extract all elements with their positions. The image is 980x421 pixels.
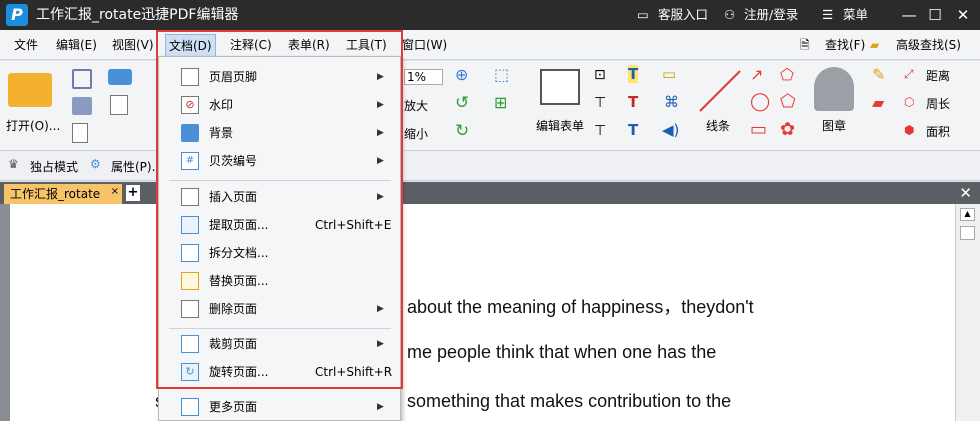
strikeout-icon[interactable]: T <box>628 93 638 111</box>
add-text-icon[interactable]: ⊞ <box>494 93 507 112</box>
panel-close-icon[interactable]: ✕ <box>959 182 972 204</box>
close-button[interactable]: ✕ <box>950 0 976 30</box>
vertical-scrollbar[interactable]: ▲ <box>955 204 980 421</box>
zoom-out-button[interactable]: 缩小 <box>404 125 428 142</box>
menu-item-more-pages[interactable]: 更多页面 ▶ <box>159 393 400 421</box>
polygon-icon[interactable]: ⬠ <box>780 91 796 112</box>
exclusive-mode-button[interactable]: 独占模式 <box>30 158 78 175</box>
scroll-thumb[interactable] <box>960 226 975 240</box>
line-tool-button[interactable]: 线条 <box>706 117 730 134</box>
zoom-select[interactable]: 1% <box>404 69 444 85</box>
pencil-icon[interactable]: ✎ <box>872 65 885 84</box>
line-tool-icon[interactable] <box>696 67 744 115</box>
scanner-icon[interactable] <box>108 69 132 85</box>
note-icon[interactable]: ▭ <box>662 65 676 83</box>
stamp-button[interactable]: 图章 <box>822 117 846 134</box>
menu-window[interactable]: 窗口(W) <box>402 30 447 60</box>
menu-file[interactable]: 文件 <box>14 30 38 60</box>
save-icon[interactable] <box>72 69 92 89</box>
text-field-icon[interactable]: ⊡ <box>594 67 606 83</box>
document-tab[interactable]: 工作汇报_rotate × <box>4 184 122 204</box>
underline-icon[interactable]: T <box>628 121 638 139</box>
title-bar: P 工作汇报_rotate迅捷PDF编辑器 ▭ 客服入口 ⚇ 注册/登录 ☰ 菜… <box>0 0 980 30</box>
more-pages-icon <box>181 398 199 416</box>
edit-form-icon[interactable] <box>540 69 580 105</box>
find-button[interactable]: 查找(F) <box>825 30 865 60</box>
open-button[interactable]: 打开(O)... <box>6 117 60 134</box>
area-button[interactable]: 面积 <box>926 123 950 140</box>
text-box-icon[interactable]: ⊤ <box>594 95 606 111</box>
document-tab-bar: 工作汇报_rotate × + ✕ <box>0 182 980 204</box>
edit-form-button[interactable]: 编辑表单 <box>536 117 584 134</box>
service-link[interactable]: 客服入口 <box>658 0 708 30</box>
select-tool-icon[interactable]: ⬚ <box>494 65 509 84</box>
stamp-icon[interactable] <box>814 67 854 111</box>
folder-search-icon[interactable]: ▰ <box>870 30 879 60</box>
maximize-button[interactable]: ☐ <box>922 0 948 30</box>
document-viewer: k s about the meaning of happiness，theyd… <box>0 204 980 421</box>
new-tab-button[interactable]: + <box>126 185 140 201</box>
user-icon[interactable]: ⚇ <box>724 0 735 30</box>
distance-icon[interactable]: ⤢ <box>904 67 914 82</box>
doc-line: me people think that when one has the <box>407 342 717 362</box>
scroll-up-icon[interactable]: ▲ <box>960 208 975 221</box>
main-menu-button[interactable]: 菜单 <box>843 0 868 30</box>
export-icon[interactable] <box>72 123 88 143</box>
advanced-find-button[interactable]: 高级查找(S) <box>896 30 961 60</box>
eraser-icon[interactable]: ▰ <box>872 93 884 112</box>
area-icon[interactable]: ⬢ <box>904 123 914 137</box>
document-tab-label: 工作汇报_rotate <box>10 187 101 201</box>
rotate-left-icon[interactable]: ↺ <box>455 93 469 113</box>
dropdown-item-label: 更多页面 <box>209 400 258 414</box>
doc-line: about the meaning of happiness，theydon't <box>407 297 754 317</box>
zoom-in-button[interactable]: 放大 <box>404 97 428 114</box>
app-logo-icon: P <box>6 4 28 26</box>
callout-icon[interactable]: ⊤ <box>594 123 606 139</box>
ellipse-icon[interactable]: ◯ <box>750 91 770 112</box>
secondary-toolbar: ♛ 独占模式 ⚙ 属性(P)... <box>0 151 980 181</box>
find-icon[interactable]: 🗎 <box>800 30 810 60</box>
login-link[interactable]: 注册/登录 <box>744 0 798 30</box>
tab-close-icon[interactable]: × <box>111 184 119 200</box>
arrow-tool-icon[interactable]: ↗ <box>750 65 763 84</box>
perimeter-icon[interactable]: ⬡ <box>904 95 914 109</box>
open-folder-icon[interactable] <box>8 73 52 107</box>
crown-icon: ♛ <box>8 157 19 171</box>
ribbon-toolbar: 打开(O)... 1% ⊕ ⬚ 放大 ↺ ⊞ 缩小 ↻ 编辑表单 ⊡ ⊤ ⊤ T… <box>0 61 980 151</box>
cloud-icon[interactable]: ✿ <box>780 119 795 140</box>
window-title: 工作汇报_rotate迅捷PDF编辑器 <box>36 7 239 23</box>
perimeter-button[interactable]: 周长 <box>926 95 950 112</box>
menu-edit[interactable]: 编辑(E) <box>56 30 97 60</box>
attachment-icon[interactable]: ⌘ <box>664 93 679 111</box>
sound-icon[interactable]: ◀) <box>662 121 679 139</box>
menu-icon[interactable]: ☰ <box>822 0 833 30</box>
rotate-right-icon[interactable]: ↻ <box>455 121 469 141</box>
menu-bar: 文件 编辑(E) 视图(V) 文档(D) 注释(C) 表单(R) 工具(T) 窗… <box>0 30 980 60</box>
new-document-icon[interactable] <box>110 95 128 115</box>
text-highlight-icon[interactable]: T <box>628 65 639 83</box>
rectangle-icon[interactable]: ▭ <box>750 119 767 140</box>
submenu-arrow-icon: ▶ <box>377 402 384 412</box>
chat-icon[interactable]: ▭ <box>637 0 649 30</box>
print-icon[interactable] <box>72 97 92 115</box>
minimize-button[interactable]: — <box>896 0 922 30</box>
pdf-page[interactable]: k s about the meaning of happiness，theyd… <box>10 204 955 421</box>
highlight-annotation-box <box>156 30 403 389</box>
menu-view[interactable]: 视图(V) <box>112 30 154 60</box>
polyline-icon[interactable]: ⬠ <box>780 65 794 84</box>
distance-button[interactable]: 距离 <box>926 67 950 84</box>
properties-icon: ⚙ <box>90 157 101 171</box>
zoom-in-icon[interactable]: ⊕ <box>455 65 468 84</box>
doc-line: something that makes contribution to the <box>407 391 732 411</box>
